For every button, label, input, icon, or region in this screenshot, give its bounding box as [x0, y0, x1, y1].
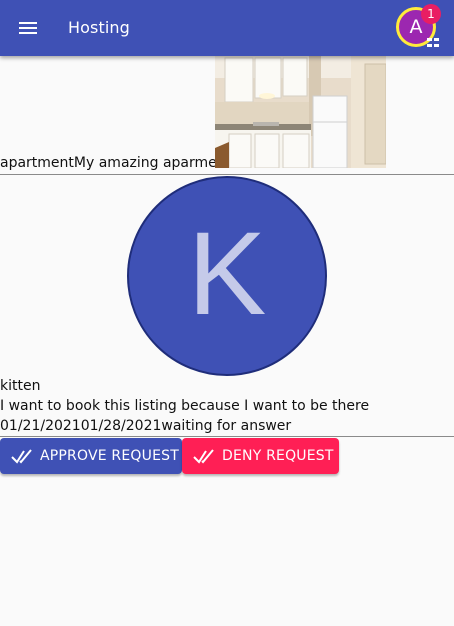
request-end-date: 01/28/2021 [80, 418, 162, 434]
approve-request-button[interactable]: Approve request [0, 438, 182, 474]
menu-icon [19, 22, 37, 34]
menu-button[interactable] [16, 16, 40, 40]
app-title: Hosting [68, 18, 130, 37]
avatar-letter: A [409, 15, 423, 38]
notification-badge: 1 [421, 4, 441, 24]
divider [0, 174, 454, 175]
request-message: I want to book this listing because I wa… [0, 398, 370, 414]
apps-dots-icon [427, 38, 439, 47]
deny-request-button[interactable]: Deny request [182, 438, 339, 474]
done-all-icon [10, 444, 34, 468]
listing-row[interactable]: apartmentMy amazing aparment [0, 56, 454, 174]
divider [0, 436, 454, 437]
requester-avatar: K [127, 176, 327, 376]
listing-type: apartment [0, 155, 74, 171]
account-avatar-button[interactable]: A 1 [394, 4, 444, 54]
requester-username: kitten [0, 378, 41, 394]
listing-title: My amazing aparment [73, 155, 232, 171]
request-dates-status: 01/21/202101/28/2021waiting for answer [0, 416, 291, 436]
app-bar: Hosting A 1 [0, 0, 454, 56]
kitchen-photo [215, 56, 386, 168]
deny-request-label: Deny request [222, 448, 334, 464]
listing-text: apartmentMy amazing aparment [0, 153, 231, 173]
done-all-icon [192, 444, 216, 468]
approve-request-label: Approve request [40, 448, 179, 464]
requester-avatar-letter: K [187, 208, 267, 340]
request-status: waiting for answer [161, 418, 292, 434]
request-start-date: 01/21/2021 [0, 418, 81, 434]
